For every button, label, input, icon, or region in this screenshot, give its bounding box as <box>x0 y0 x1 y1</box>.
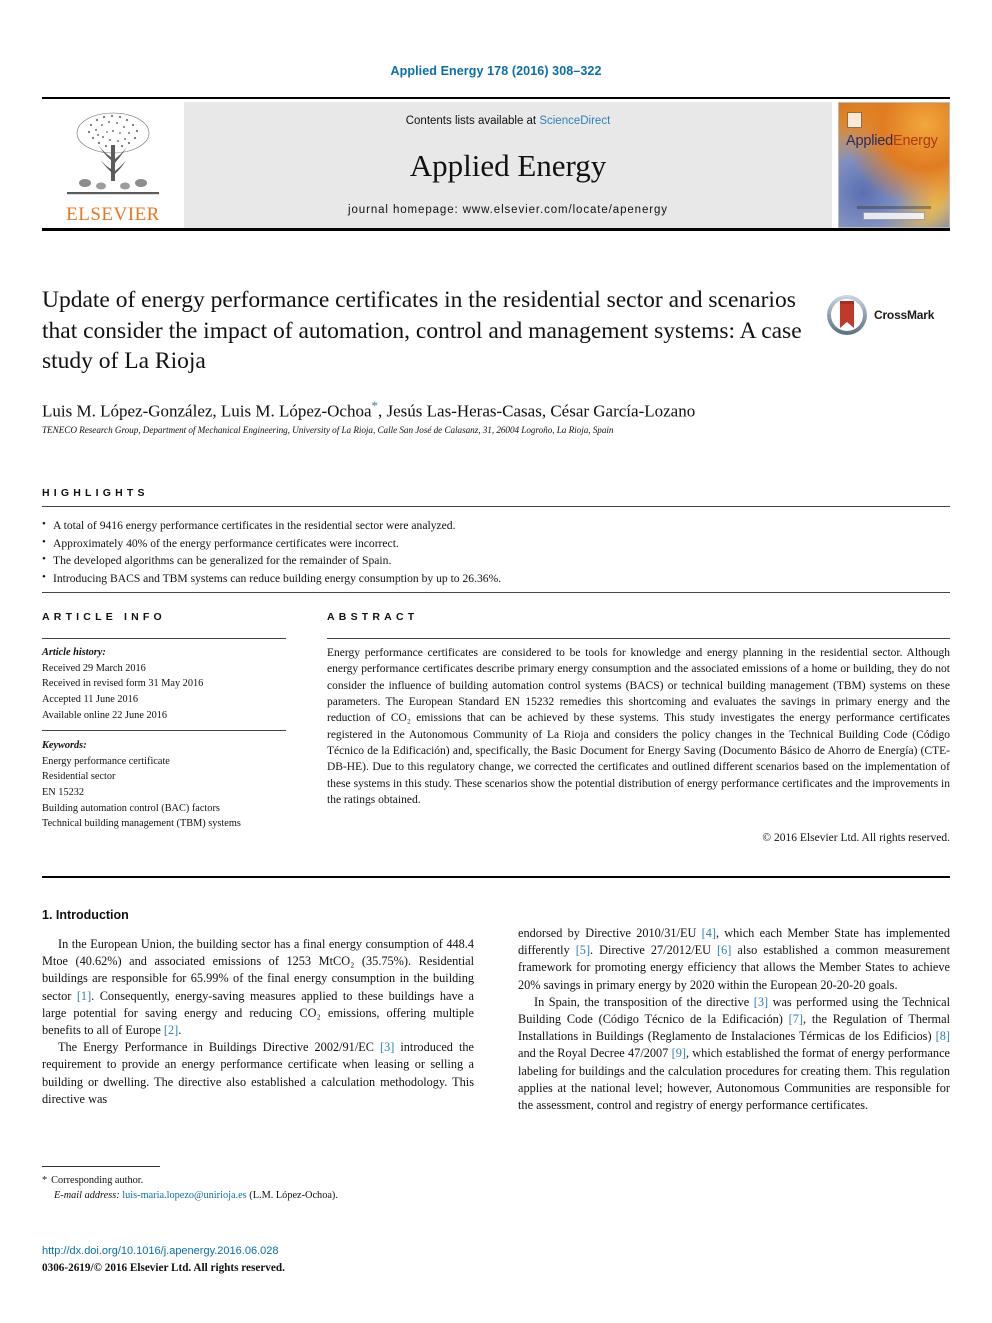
author-list: Luis M. López-González, Luis M. López-Oc… <box>42 398 942 422</box>
paragraph: endorsed by Directive 2010/31/EU [4], wh… <box>518 926 950 992</box>
article-info-heading: ARTICLE INFO <box>42 611 166 623</box>
history-item: Accepted 11 June 2016 <box>42 693 138 705</box>
cover-elsevier-mini-logo <box>847 112 862 128</box>
paragraph: In the European Union, the building sect… <box>42 937 474 1038</box>
history-item: Received in revised form 31 May 2016 <box>42 678 204 690</box>
abstract-text: Energy performance certificates are cons… <box>327 647 950 806</box>
cover-footbar <box>863 212 925 220</box>
authors-primary: Luis M. López-González, Luis M. López-Oc… <box>42 401 372 421</box>
affiliation: TENECO Research Group, Department of Mec… <box>42 425 614 435</box>
journal-cover-thumbnail[interactable]: AppliedEnergy <box>838 102 950 228</box>
contents-available-line: Contents lists available at ScienceDirec… <box>406 115 611 127</box>
section-title-introduction: 1. Introduction <box>42 908 129 922</box>
crossmark-icon <box>827 295 867 335</box>
keywords-label: Keywords: <box>42 740 87 751</box>
email-link[interactable]: luis-maria.lopezo@unirioja.es <box>122 1190 246 1201</box>
citation-ref[interactable]: [3] <box>380 1040 394 1054</box>
list-item: Approximately 40% of the energy performa… <box>42 534 862 553</box>
keyword-item: Technical building management (TBM) syst… <box>42 818 241 830</box>
article-history-label: Article history: <box>42 647 106 658</box>
corresponding-author-note: * Corresponding author. <box>42 1173 474 1188</box>
masthead-center: Contents lists available at ScienceDirec… <box>184 102 832 228</box>
highlights-heading: HIGHLIGHTS <box>42 487 149 499</box>
cover-title: AppliedEnergy <box>846 133 938 149</box>
info-section-top-rule <box>42 592 950 593</box>
paragraph: The Energy Performance in Buildings Dire… <box>42 1040 474 1106</box>
crossmark-badge[interactable]: CrossMark <box>826 292 944 338</box>
list-item: The developed algorithms can be generali… <box>42 551 862 570</box>
citation-ref[interactable]: [9] <box>672 1046 686 1060</box>
authors-secondary: , Jesús Las-Heras-Casas, César García-Lo… <box>378 401 696 421</box>
masthead-top-rule <box>42 97 950 99</box>
elsevier-tree-icon <box>67 112 159 195</box>
citation-ref[interactable]: [2] <box>164 1023 178 1037</box>
article-info-rule <box>42 638 286 639</box>
info-section-bottom-rule <box>42 876 950 878</box>
citation-ref[interactable]: [6] <box>717 943 731 957</box>
cover-title-applied: Applied <box>846 133 893 149</box>
masthead-bottom-rule <box>42 228 950 231</box>
citation-ref[interactable]: [7] <box>789 1012 803 1026</box>
title-block: Update of energy performance certificate… <box>42 285 812 377</box>
doi-link[interactable]: http://dx.doi.org/10.1016/j.apenergy.201… <box>42 1244 474 1260</box>
citation-ref[interactable]: [8] <box>936 1029 950 1043</box>
journal-masthead: ELSEVIER Contents lists available at Sci… <box>42 97 950 231</box>
running-head: Applied Energy 178 (2016) 308–322 <box>390 64 602 78</box>
sciencedirect-link[interactable]: ScienceDirect <box>539 115 610 127</box>
crossmark-label: CrossMark <box>874 308 935 322</box>
email-label: E-mail address: <box>54 1190 120 1202</box>
body-column-left: 1. Introduction In the European Union, t… <box>42 908 474 1108</box>
asterisk-icon: * <box>42 1175 48 1186</box>
email-owner: (L.M. López-Ochoa). <box>249 1190 338 1202</box>
keywords-block: Keywords: Energy performance certificate… <box>42 738 292 832</box>
citation-ref[interactable]: [4] <box>702 926 716 940</box>
copyright-line: © 2016 Elsevier Ltd. All rights reserved… <box>762 832 950 844</box>
keyword-item: EN 15232 <box>42 786 85 798</box>
highlights-rule <box>42 506 950 507</box>
cover-footline <box>857 206 931 209</box>
citation-ref[interactable]: [5] <box>576 943 590 957</box>
issn-copyright-line: 0306-2619/© 2016 Elsevier Ltd. All right… <box>42 1261 285 1274</box>
citation-ref[interactable]: [1] <box>77 989 91 1003</box>
journal-name: Applied Energy <box>409 148 607 183</box>
abstract-rule <box>327 638 950 639</box>
abstract-heading: ABSTRACT <box>327 611 419 623</box>
journal-homepage[interactable]: journal homepage: www.elsevier.com/locat… <box>348 204 668 216</box>
highlights-list: A total of 9416 energy performance certi… <box>42 516 862 588</box>
elsevier-wordmark: ELSEVIER <box>66 204 160 225</box>
keyword-item: Building automation control (BAC) factor… <box>42 802 220 814</box>
corresponding-author-text: Corresponding author. <box>51 1175 144 1186</box>
list-item: Introducing BACS and TBM systems can red… <box>42 569 862 588</box>
body-column-right: endorsed by Directive 2010/31/EU [4], wh… <box>518 925 950 1114</box>
email-note: E-mail address: luis-maria.lopezo@unirio… <box>42 1188 474 1203</box>
footnote-block: * Corresponding author. E-mail address: l… <box>42 1173 474 1203</box>
doi-block: http://dx.doi.org/10.1016/j.apenergy.201… <box>42 1244 474 1276</box>
citation-ref[interactable]: [3] <box>754 995 768 1009</box>
keyword-item: Residential sector <box>42 771 116 783</box>
article-page: Applied Energy 178 (2016) 308–322 ELSEVI… <box>0 0 992 1323</box>
paragraph: In Spain, the transposition of the direc… <box>518 994 950 1113</box>
keywords-rule <box>42 730 286 731</box>
keyword-item: Energy performance certificate <box>42 755 170 767</box>
masthead-body: ELSEVIER Contents lists available at Sci… <box>42 102 950 228</box>
article-history-block: Article history: Received 29 March 2016 … <box>42 645 292 723</box>
page-title: Update of energy performance certificate… <box>42 287 802 375</box>
contents-prefix: Contents lists available at <box>405 115 540 127</box>
list-item: A total of 9416 energy performance certi… <box>42 516 862 535</box>
history-item: Available online 22 June 2016 <box>42 709 168 721</box>
footnote-rule <box>42 1166 160 1167</box>
elsevier-logo: ELSEVIER <box>42 102 184 228</box>
cover-title-energy: Energy <box>892 133 938 149</box>
history-item: Received 29 March 2016 <box>42 662 146 674</box>
